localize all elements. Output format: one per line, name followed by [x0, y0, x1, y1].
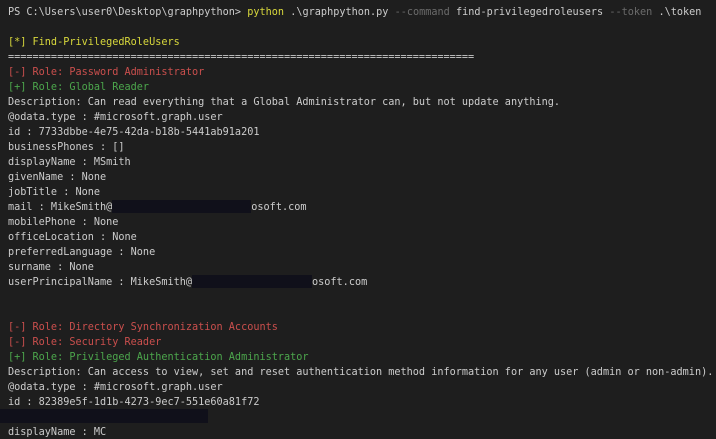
- blank-line: [8, 305, 716, 320]
- user2-odata-type-line: @odata.type : #microsoft.graph.user: [8, 380, 716, 395]
- user1-odata-type-line: @odata.type : #microsoft.graph.user: [8, 110, 716, 125]
- mail-suffix: osoft.com: [251, 202, 306, 213]
- command-python: python: [247, 7, 284, 18]
- user2-id-line: id : 82389e5f-1d1b-4273-9ec7-551e60a81f7…: [8, 395, 716, 410]
- user1-upn-line: userPrincipalName : MikeSmith@ osoft.com: [8, 275, 716, 290]
- role-security-reader-line: [-] Role: Security Reader: [8, 335, 716, 350]
- user1-preferred-language-line: preferredLanguage : None: [8, 245, 716, 260]
- blank-line: [8, 290, 716, 305]
- banner-line: [*] Find-PrivilegedRoleUsers: [8, 35, 716, 50]
- separator-line: ========================================…: [8, 50, 716, 65]
- prompt-line: PS C:\Users\user0\Desktop\graphpython> py…: [8, 5, 716, 20]
- role-privileged-auth-admin-line: [+] Role: Privileged Authentication Admi…: [8, 350, 716, 365]
- user1-given-name-line: givenName : None: [8, 170, 716, 185]
- user1-business-phones-line: businessPhones : []: [8, 140, 716, 155]
- upn-prefix: userPrincipalName : MikeSmith@: [8, 277, 192, 288]
- terminal-window[interactable]: PS C:\Users\user0\Desktop\graphpython> py…: [0, 0, 716, 439]
- user1-mobile-phone-line: mobilePhone : None: [8, 215, 716, 230]
- role-directory-sync-accounts-line: [-] Role: Directory Synchronization Acco…: [8, 320, 716, 335]
- redacted-line: [8, 410, 716, 425]
- ps-prompt-path: PS C:\Users\user0\Desktop\graphpython>: [8, 7, 241, 18]
- redaction-box: [0, 409, 208, 423]
- user2-description-line: Description: Can access to view, set and…: [8, 365, 716, 380]
- blank-line: [8, 20, 716, 35]
- user1-id-line: id : 7733dbbe-4e75-42da-b18b-5441ab91a20…: [8, 125, 716, 140]
- script-path-arg: .\graphpython.py: [290, 7, 388, 18]
- user1-display-name-line: displayName : MSmith: [8, 155, 716, 170]
- user1-job-title-line: jobTitle : None: [8, 185, 716, 200]
- flag-token: --token: [609, 7, 652, 18]
- arg-token-value: .\token: [659, 7, 702, 18]
- user1-surname-line: surname : None: [8, 260, 716, 275]
- upn-suffix: osoft.com: [312, 277, 367, 288]
- arg-command-value: find-privilegedroleusers: [456, 7, 603, 18]
- role-password-administrator-line: [-] Role: Password Administrator: [8, 65, 716, 80]
- flag-command: --command: [395, 7, 450, 18]
- mail-prefix: mail : MikeSmith@: [8, 202, 112, 213]
- user1-mail-line: mail : MikeSmith@ osoft.com: [8, 200, 716, 215]
- redaction-box: [192, 275, 312, 288]
- role-global-reader-line: [+] Role: Global Reader: [8, 80, 716, 95]
- user2-display-name-line: displayName : MC: [8, 425, 716, 439]
- user1-description-line: Description: Can read everything that a …: [8, 95, 716, 110]
- user1-office-location-line: officeLocation : None: [8, 230, 716, 245]
- redaction-box: [112, 200, 251, 213]
